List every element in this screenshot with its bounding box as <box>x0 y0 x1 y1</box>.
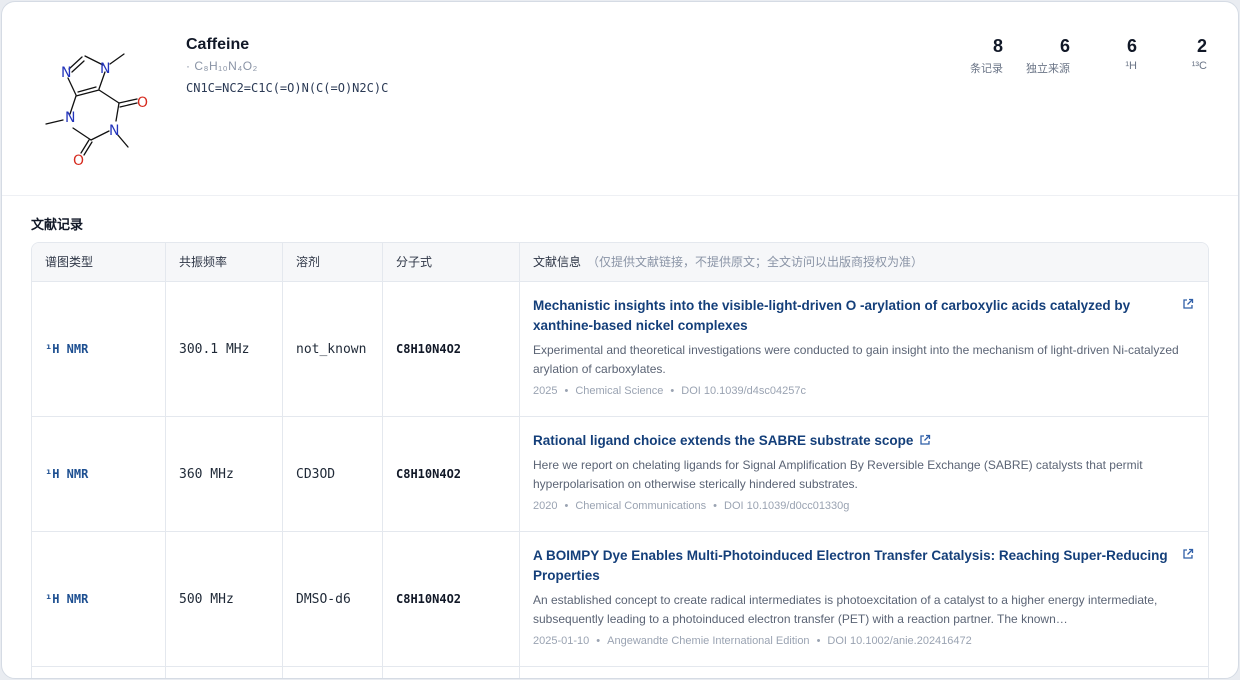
cell-formula: C8H10N4O2 <box>383 417 520 531</box>
compound-smiles: CN1C=NC2=C1C(=O)N(C(=O)N2C)C <box>186 81 389 95</box>
literature-abstract: An established concept to create radical… <box>533 593 1158 626</box>
literature-link[interactable]: A BOIMPY Dye Enables Multi-Photoinduced … <box>533 546 1194 586</box>
header-frequency: 共振频率 <box>166 243 283 282</box>
stat-13c: 2 ¹³C <box>1191 36 1207 72</box>
literature-table: 谱图类型 共振频率 溶剂 分子式 文献信息 （仅提供文献链接，不提供原文；全文访问… <box>31 242 1209 678</box>
cell-frequency: 300.1 MHz <box>166 282 283 416</box>
compound-card: N N O N N O Caffeine · C₈H₁₀N₄O₂ CN1C=NC… <box>1 1 1239 679</box>
header-literature-note: （仅提供文献链接，不提供原文；全文访问以出版商授权为准） <box>587 255 924 269</box>
literature-meta: 2025 • Chemical Science • DOI 10.1039/d4sc04… <box>533 385 807 397</box>
cell-formula: C8H10N4O2 <box>383 282 520 416</box>
cell-literature: Rational ligand choice extends the SABRE… <box>520 417 1208 531</box>
table-row <box>32 667 1208 678</box>
cell-spectrum-type: ¹H NMR <box>32 532 166 666</box>
compound-header: N N O N N O Caffeine · C₈H₁₀N₄O₂ CN1C=NC… <box>2 2 1238 196</box>
literature-link[interactable]: Mechanistic insights into the visible-li… <box>533 296 1194 336</box>
cell-spectrum-type: ¹H NMR <box>32 282 166 416</box>
atom-label: O <box>73 153 84 169</box>
stat-sources: 6 独立来源 <box>1026 36 1070 75</box>
header-solvent: 溶剂 <box>283 243 383 282</box>
cell-solvent: CD3OD <box>283 417 383 531</box>
molecule-structure: N N O N N O <box>45 53 148 169</box>
cell-frequency: 500 MHz <box>166 532 283 666</box>
cell-literature: A BOIMPY Dye Enables Multi-Photoinduced … <box>520 532 1208 666</box>
atom-label: O <box>137 95 148 111</box>
cell-formula: C8H10N4O2 <box>383 532 520 666</box>
external-link-icon[interactable] <box>1182 548 1194 560</box>
table-row: ¹H NMR 360 MHz CD3OD C8H10N4O2 Rational … <box>32 417 1208 532</box>
literature-meta: 2020 • Chemical Communications • DOI 10.1039… <box>533 500 850 512</box>
cell-spectrum-type: ¹H NMR <box>32 417 166 531</box>
external-link-icon[interactable] <box>1182 298 1194 310</box>
atom-label: N <box>65 110 75 126</box>
stat-records: 8 条记录 <box>970 36 1003 75</box>
table-header: 谱图类型 共振频率 溶剂 分子式 文献信息 （仅提供文献链接，不提供原文；全文访问… <box>32 243 1208 282</box>
literature-abstract: Experimental and theoretical investigati… <box>533 343 1179 376</box>
cell-solvent: not_known <box>283 282 383 416</box>
atom-label: N <box>109 123 119 139</box>
section-title: 文献记录 <box>31 217 84 232</box>
table-row: ¹H NMR 500 MHz DMSO-d6 C8H10N4O2 A BOIMP… <box>32 532 1208 667</box>
compound-name: Caffeine <box>186 36 250 53</box>
table-row: ¹H NMR 300.1 MHz not_known C8H10N4O2 Mec… <box>32 282 1208 417</box>
header-type: 谱图类型 <box>32 243 166 282</box>
literature-abstract: Here we report on chelating ligands for … <box>533 458 1143 491</box>
literature-meta: 2025-01-10 • Angewandte Chemie Internation… <box>533 635 972 647</box>
cell-frequency: 360 MHz <box>166 417 283 531</box>
literature-link[interactable]: Rational ligand choice extends the SABRE… <box>533 431 1194 451</box>
atom-label: N <box>61 65 71 81</box>
cell-literature: Mechanistic insights into the visible-li… <box>520 282 1208 416</box>
compound-formula: · C₈H₁₀N₄O₂ <box>186 59 258 73</box>
header-literature: 文献信息 （仅提供文献链接，不提供原文；全文访问以出版商授权为准） <box>533 255 924 269</box>
cell-solvent: DMSO-d6 <box>283 532 383 666</box>
stat-1h: 6 ¹H <box>1125 36 1137 72</box>
atom-label: N <box>100 61 110 77</box>
header-formula: 分子式 <box>383 243 520 282</box>
external-link-icon[interactable] <box>919 434 931 446</box>
